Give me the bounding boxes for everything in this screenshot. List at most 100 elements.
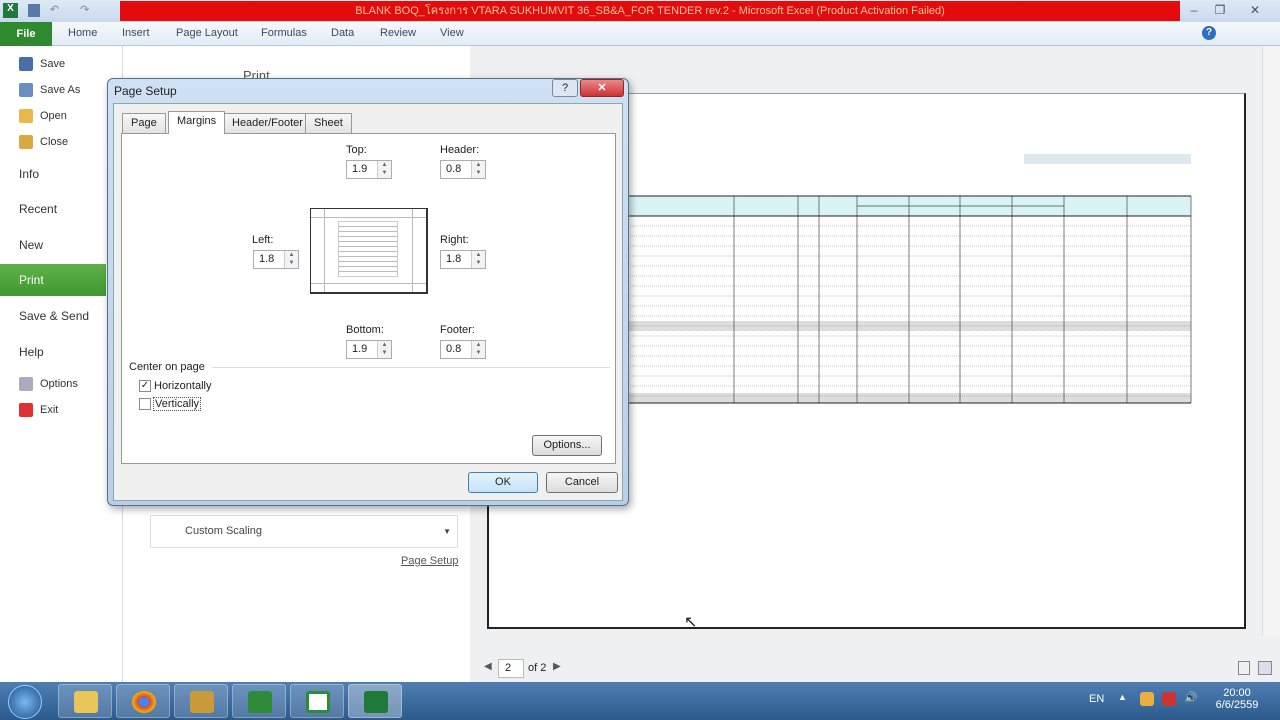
footer-label: Footer: [440,324,475,336]
left-label: Left: [252,234,274,246]
horizontally-checkbox[interactable]: ✓ [139,380,151,392]
show-hidden-icons[interactable]: ▲ [1118,692,1127,702]
top-margin-stepper[interactable]: 1.9 ▲ ▼ [346,160,392,179]
nav-label: Close [40,136,69,148]
help-icon[interactable]: ? [1202,26,1216,40]
taskbar: EN ▲ 🔊 20:00 6/6/2559 [0,682,1280,720]
tab-insert[interactable]: Insert [122,27,150,39]
taskbar-chrome[interactable] [116,684,170,718]
ok-button[interactable]: OK [468,472,538,493]
spinner-arrows-icon[interactable]: ▲ ▼ [377,341,391,358]
save-as-icon [19,83,33,97]
restore-button[interactable]: ❐ [1208,2,1232,18]
right-value: 1.8 [446,253,462,265]
zoom-to-page-icon[interactable] [1258,661,1272,675]
redo-icon[interactable]: ↷ [80,3,89,16]
language-indicator[interactable]: EN [1089,693,1104,705]
tab-home[interactable]: Home [68,27,97,39]
nav-save-as[interactable]: Save As [0,77,106,103]
scaling-value: Custom Scaling [185,525,263,537]
spinner-arrows-icon[interactable]: ▲ ▼ [471,161,485,178]
start-button[interactable] [8,685,42,719]
bottom-value: 1.9 [352,343,368,355]
taskbar-app[interactable] [174,684,228,718]
spinner-arrows-icon[interactable]: ▲ ▼ [377,161,391,178]
header-value: 0.8 [446,163,462,175]
spinner-arrows-icon[interactable]: ▲ ▼ [471,341,485,358]
cancel-button[interactable]: Cancel [546,472,618,493]
nav-options[interactable]: Options [0,371,106,397]
nav-recent[interactable]: Recent [0,193,106,225]
prev-page-button[interactable]: ◀ [484,661,492,672]
tray-icon[interactable] [1140,692,1154,706]
margins-panel: Top: 1.9 ▲ ▼ Header: 0.8 ▲ ▼ Left: 1.8 ▲ ▼ Rig… [121,133,616,464]
dialog-close-button[interactable]: ✕ [580,79,624,97]
tray-icon[interactable] [1162,692,1176,706]
close-window-button[interactable]: ✕ [1238,2,1272,18]
nav-exit[interactable]: Exit [0,397,106,423]
spinner-arrows-icon[interactable]: ▲ ▼ [284,251,298,268]
center-on-page-label: Center on page [129,361,205,373]
nav-label: Save [40,58,66,70]
taskbar-camtasia-2[interactable] [290,684,344,718]
bottom-label: Bottom: [346,324,384,336]
taskbar-explorer[interactable] [58,684,112,718]
chevron-down-icon: ▼ [443,527,451,536]
taskbar-camtasia-1[interactable] [232,684,286,718]
preview-subtotal-row [628,393,1191,403]
file-tab[interactable]: File [0,22,52,46]
volume-icon[interactable]: 🔊 [1184,691,1198,704]
excel-logo-icon: X [3,3,18,18]
divider [212,367,610,368]
taskbar-excel[interactable] [348,684,402,718]
preview-header-box [1024,154,1191,164]
left-value: 1.8 [259,253,275,265]
camtasia-icon [306,691,330,713]
tab-sheet[interactable]: Sheet [305,113,352,133]
nav-close[interactable]: Close [0,129,106,155]
nav-open[interactable]: Open [0,103,106,129]
options-button[interactable]: Options... [532,435,602,456]
nav-info[interactable]: Info [0,158,106,190]
nav-print[interactable]: Print [0,264,106,296]
scaling-dropdown[interactable]: Custom Scaling ▼ [150,515,458,548]
header-label: Header: [440,144,480,156]
footer-margin-stepper[interactable]: 0.8 ▲ ▼ [440,340,486,359]
show-margins-icon[interactable] [1238,661,1250,675]
nav-save[interactable]: Save [0,51,106,77]
undo-icon[interactable]: ↶ [50,3,59,16]
right-label: Right: [440,234,469,246]
tab-data[interactable]: Data [331,27,354,39]
page-setup-link[interactable]: Page Setup [401,555,459,567]
dialog-title: Page Setup [114,84,177,98]
save-icon[interactable] [28,4,40,17]
tab-page[interactable]: Page [122,113,166,133]
nav-help[interactable]: Help [0,336,106,368]
nav-save-send[interactable]: Save & Send [0,300,106,332]
page-number-input[interactable]: 2 [498,659,524,678]
help-button[interactable]: ? [552,79,578,97]
spinner-arrows-icon[interactable]: ▲ ▼ [471,251,485,268]
nav-new[interactable]: New [0,229,106,261]
right-margin-stepper[interactable]: 1.8 ▲ ▼ [440,250,486,269]
tab-formulas[interactable]: Formulas [261,27,307,39]
save-icon [19,57,33,71]
tab-header-footer[interactable]: Header/Footer [223,113,312,133]
footer-value: 0.8 [446,343,462,355]
bottom-margin-stepper[interactable]: 1.9 ▲ ▼ [346,340,392,359]
window-title: BLANK BOQ_โครงการ VTARA SUKHUMVIT 36_SB&… [120,1,1180,21]
tab-page-layout[interactable]: Page Layout [176,27,238,39]
next-page-button[interactable]: ▶ [553,661,561,672]
left-margin-stepper[interactable]: 1.8 ▲ ▼ [253,250,299,269]
nav-label: Options [40,378,78,390]
header-margin-stepper[interactable]: 0.8 ▲ ▼ [440,160,486,179]
tab-margins[interactable]: Margins [168,111,226,134]
backstage-nav: Save Save As Open Close Info Recent New … [0,46,123,682]
tab-review[interactable]: Review [380,27,416,39]
date: 6/6/2559 [1215,699,1259,711]
minimize-button[interactable]: – [1182,2,1206,18]
vertically-checkbox[interactable] [139,398,151,410]
tab-view[interactable]: View [440,27,464,39]
preview-scrollbar[interactable] [1262,46,1280,636]
clock[interactable]: 20:00 6/6/2559 [1212,687,1262,711]
